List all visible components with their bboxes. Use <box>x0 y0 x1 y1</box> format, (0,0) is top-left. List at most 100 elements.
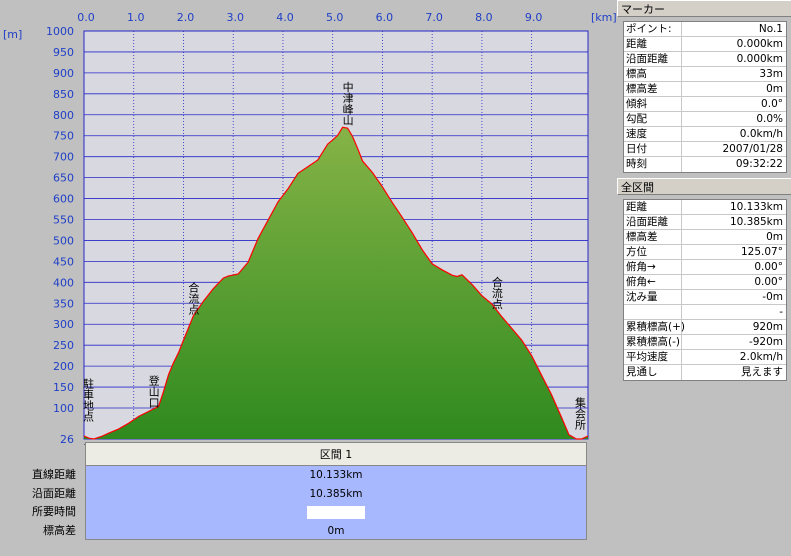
all-section-panel-row: 見通し 見えます <box>624 365 786 380</box>
y-tick-label: 550 <box>53 214 74 227</box>
straight-distance-label: 直線距離 <box>32 468 76 481</box>
all-section-panel-key: 俯角→ <box>624 260 682 274</box>
waypoint-label: 中津峰山 <box>341 81 354 125</box>
marker-panel-title: マーカー <box>617 0 791 17</box>
all-section-panel-value: -0m <box>762 291 783 303</box>
marker-panel-row: 標高差 0m <box>624 82 786 97</box>
waypoint-label: 集会所 <box>574 396 587 431</box>
all-section-panel-title: 全区間 <box>617 178 791 195</box>
elapsed-time-value <box>86 503 586 522</box>
marker-panel-key: 標高差 <box>624 82 682 96</box>
all-section-panel-row: 累積標高(-) -920m <box>624 335 786 350</box>
y-tick-label: 250 <box>53 339 74 352</box>
marker-info-table: ポイント: No.1 距離 0.000km 沿面距離 0.000km 標高 33m 標高差 0m 傾… <box>623 21 787 173</box>
y-tick-label: 900 <box>53 67 74 80</box>
y-tick-label: 350 <box>53 297 74 310</box>
x-tick-label: 2.0 <box>177 11 195 24</box>
all-section-panel-key: 沈み量 <box>624 290 682 304</box>
y-tick-label: 150 <box>53 381 74 394</box>
all-section-panel-row: 方位 125.07° <box>624 245 786 260</box>
x-axis-tick-labels: 0.0 1.0 2.0 3.0 4.0 5.0 6.0 7.0 8.0 9.0 <box>77 11 542 24</box>
marker-panel-value: 0m <box>766 83 783 95</box>
y-tick-label: 650 <box>53 172 74 185</box>
all-section-panel-key: 距離 <box>624 200 682 214</box>
marker-panel-key: 沿面距離 <box>624 52 682 66</box>
marker-panel-value: 0.0km/h <box>739 128 783 140</box>
marker-panel-row: 沿面距離 0.000km <box>624 52 786 67</box>
all-section-panel-row: 標高差 0m <box>624 230 786 245</box>
y-tick-label: 400 <box>53 276 74 289</box>
all-section-panel-key: 見通し <box>624 365 682 380</box>
marker-panel-value: 0.000km <box>736 53 783 65</box>
all-section-panel-row: 沈み量 -0m <box>624 290 786 305</box>
y-tick-label: 1000 <box>46 25 74 38</box>
all-section-panel-value: 0m <box>766 231 783 243</box>
marker-panel-key: 距離 <box>624 37 682 51</box>
marker-panel-row: 標高 33m <box>624 67 786 82</box>
marker-panel-value: No.1 <box>758 23 783 35</box>
all-section-panel-row: 平均速度 2.0km/h <box>624 350 786 365</box>
all-section-panel-value: -920m <box>748 336 783 348</box>
section-info-table: 10.133km 10.385km 0m <box>85 466 587 540</box>
marker-panel-value: 0.0% <box>756 113 783 125</box>
waypoint-label: 合流点 <box>187 281 200 316</box>
all-section-panel-value: 10.133km <box>729 201 783 213</box>
y-tick-label: 500 <box>53 234 74 247</box>
section-header-button[interactable]: 区間 1 <box>85 442 587 466</box>
all-section-panel-key: 累積標高(+) <box>626 320 685 334</box>
all-section-info-table: 距離 10.133km 沿面距離 10.385km 標高差 0m 方位 125.07° 俯角→ 0… <box>623 199 787 381</box>
y-tick-label: 300 <box>53 318 74 331</box>
all-section-panel-key: 俯角← <box>624 275 682 289</box>
all-section-panel-row: 俯角← 0.00° <box>624 275 786 290</box>
waypoint-label: 駐車地点 <box>82 377 95 423</box>
y-axis-tick-labels: 1000 950 900 850 800 750 700 650 600 550 500 450 400… <box>46 25 74 445</box>
all-section-panel-row: 沿面距離 10.385km <box>624 215 786 230</box>
all-section-panel-row: 距離 10.133km <box>624 200 786 215</box>
marker-panel-key: ポイント: <box>624 22 682 36</box>
marker-panel-row: 勾配 0.0% <box>624 112 786 127</box>
y-tick-label: 450 <box>53 255 74 268</box>
marker-panel: マーカー ポイント: No.1 距離 0.000km 沿面距離 0.000km 標高 33m 標… <box>617 0 791 173</box>
x-tick-label: 8.0 <box>475 11 493 24</box>
all-section-panel-row: 累積標高(+) 920m <box>624 320 786 335</box>
marker-panel-row: 距離 0.000km <box>624 37 786 52</box>
y-tick-label: 100 <box>53 402 74 415</box>
all-section-panel-value: 見えます <box>741 366 783 378</box>
marker-panel-value: 2007/01/28 <box>722 143 783 155</box>
y-tick-label: 850 <box>53 88 74 101</box>
y-tick-label: 600 <box>53 193 74 206</box>
x-tick-label: 5.0 <box>326 11 344 24</box>
y-tick-label: 950 <box>53 46 74 59</box>
marker-panel-key: 標高 <box>624 67 682 81</box>
x-tick-label: 0.0 <box>77 11 95 24</box>
surface-distance-value: 10.385km <box>309 487 363 500</box>
straight-distance-value: 10.133km <box>309 469 363 482</box>
all-section-panel: 全区間 距離 10.133km 沿面距離 10.385km 標高差 0m 方位 125.07°… <box>617 178 791 381</box>
marker-panel-row: ポイント: No.1 <box>624 22 786 37</box>
marker-panel-row: 時刻 09:32:22 <box>624 157 786 172</box>
marker-panel-key: 勾配 <box>624 112 682 126</box>
y-tick-label: 200 <box>53 360 74 373</box>
marker-panel-key: 傾斜 <box>624 97 682 111</box>
all-section-panel-key: 方位 <box>624 245 682 259</box>
all-section-panel-key: 平均速度 <box>624 350 682 364</box>
all-section-panel-key: 標高差 <box>624 230 682 244</box>
marker-panel-row: 日付 2007/01/28 <box>624 142 786 157</box>
x-tick-label: 6.0 <box>376 11 394 24</box>
section-title: 区間 1 <box>319 448 353 461</box>
all-section-panel-row: - <box>624 305 786 320</box>
all-section-panel-key: 累積標高(-) <box>624 335 682 349</box>
marker-panel-value: 09:32:22 <box>735 158 783 170</box>
all-section-panel-key <box>624 305 682 319</box>
marker-panel-value: 0.000km <box>736 38 783 50</box>
all-section-panel-value: 920m <box>752 321 783 333</box>
y-axis-unit-label: [m] <box>3 28 22 41</box>
elapsed-time-field <box>307 505 365 519</box>
marker-panel-value: 33m <box>759 68 783 80</box>
marker-panel-key: 日付 <box>624 142 682 156</box>
x-tick-label: 7.0 <box>425 11 443 24</box>
elevation-profile-chart[interactable]: 0.0 1.0 2.0 3.0 4.0 5.0 6.0 7.0 8.0 9.0 1000 950 90… <box>0 0 617 445</box>
all-section-panel-value: 2.0km/h <box>739 351 783 363</box>
x-axis-unit-label: [km] <box>591 11 617 24</box>
x-tick-label: 3.0 <box>226 11 244 24</box>
